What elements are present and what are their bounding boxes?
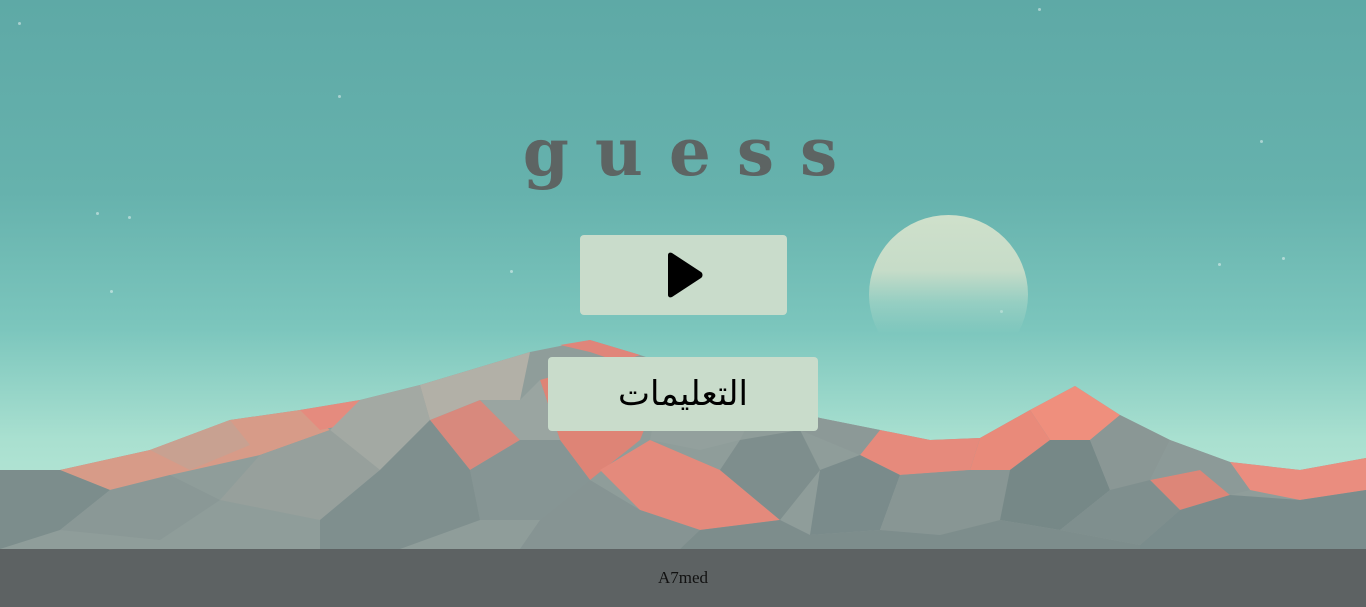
footer-author: A7med — [657, 568, 709, 587]
footer: A7med — [0, 549, 1366, 607]
instructions-button[interactable]: التعليمات — [548, 357, 818, 431]
game-title: guess — [522, 113, 864, 191]
play-button[interactable] — [580, 235, 787, 315]
play-icon — [667, 252, 702, 298]
